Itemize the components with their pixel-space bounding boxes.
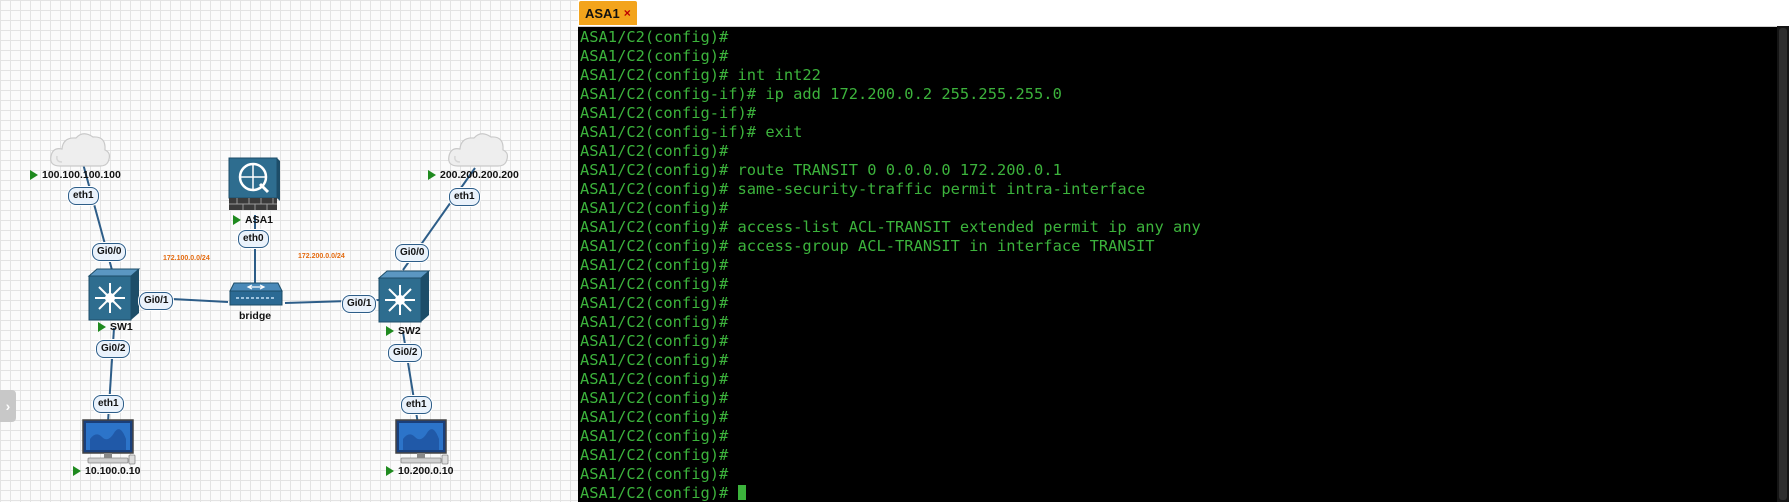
pc2-label[interactable]: 10.200.0.10 — [386, 465, 453, 477]
terminal-line: ASA1/C2(config)# same-security-traffic p… — [580, 180, 1146, 198]
pc1-desktop-icon[interactable] — [82, 419, 136, 465]
start-icon — [386, 326, 394, 336]
pc2-desktop-icon[interactable] — [395, 419, 449, 465]
topology-canvas[interactable]: 100.100.100.100 200.200.200.200 ASA1 bri… — [0, 0, 578, 502]
cloud1-name: 100.100.100.100 — [42, 169, 121, 181]
cloud1-label[interactable]: 100.100.100.100 — [30, 169, 121, 181]
sw2-multilayer-switch-icon[interactable] — [377, 270, 433, 324]
terminal-line: ASA1/C2(config)# — [580, 484, 1777, 502]
tab-label: ASA1 — [585, 5, 620, 21]
cloud2-name: 200.200.200.200 — [440, 169, 519, 181]
chevron-right-icon: › — [5, 398, 11, 414]
asa1-label[interactable]: ASA1 — [233, 214, 273, 226]
terminal-output[interactable]: ASA1/C2(config)# ASA1/C2(config)# ASA1/C2(… — [580, 28, 1777, 502]
bridge-label[interactable]: bridge — [239, 310, 271, 322]
terminal-line: ASA1/C2(config)# — [580, 446, 729, 464]
sw1-label[interactable]: SW1 — [98, 321, 133, 333]
iface-cloud1-eth1[interactable]: eth1 — [68, 187, 99, 205]
subnet-label-left: 172.100.0.0/24 — [163, 255, 210, 262]
terminal-line: ASA1/C2(config)# access-group ACL-TRANSI… — [580, 237, 1155, 255]
terminal-line: ASA1/C2(config)# int int22 — [580, 66, 821, 84]
asa1-firewall-icon[interactable] — [228, 157, 280, 211]
sw2-label[interactable]: SW2 — [386, 325, 421, 337]
scrollbar-thumb[interactable] — [1779, 28, 1787, 500]
sw1-name: SW1 — [110, 321, 133, 333]
start-icon — [428, 170, 436, 180]
iface-pc2-eth1[interactable]: eth1 — [401, 396, 432, 414]
terminal-line: ASA1/C2(config)# — [580, 370, 729, 388]
start-icon — [73, 466, 81, 476]
terminal-line: ASA1/C2(config)# — [580, 313, 729, 331]
start-icon — [233, 215, 241, 225]
sw2-name: SW2 — [398, 325, 421, 337]
terminal-scrollbar[interactable] — [1777, 26, 1789, 502]
iface-sw2-gi01[interactable]: Gi0/1 — [342, 295, 377, 313]
asa1-name: ASA1 — [245, 214, 274, 226]
terminal-line: ASA1/C2(config)# — [580, 465, 729, 483]
iface-sw1-gi00[interactable]: Gi0/0 — [92, 243, 127, 261]
cloud2-label[interactable]: 200.200.200.200 — [428, 169, 519, 181]
iface-sw1-gi02[interactable]: Gi0/2 — [96, 340, 131, 358]
start-icon — [98, 322, 106, 332]
bridge-name: bridge — [239, 310, 272, 322]
terminal-line: ASA1/C2(config)# — [580, 351, 729, 369]
terminal-line: ASA1/C2(config)# — [580, 47, 729, 65]
pc1-name: 10.100.0.10 — [85, 465, 141, 477]
terminal-line: ASA1/C2(config)# — [580, 427, 729, 445]
start-icon — [30, 170, 38, 180]
terminal-line: ASA1/C2(config)# — [580, 408, 729, 426]
terminal-line: ASA1/C2(config)# — [580, 294, 729, 312]
panel-expand-button[interactable]: › — [0, 390, 16, 422]
start-icon — [386, 466, 394, 476]
terminal-line: ASA1/C2(config)# — [580, 199, 729, 217]
subnet-label-right: 172.200.0.0/24 — [298, 253, 345, 260]
cloud2-cloud-icon[interactable] — [446, 128, 510, 170]
terminal-line: ASA1/C2(config)# — [580, 389, 729, 407]
iface-pc1-eth1[interactable]: eth1 — [93, 395, 124, 413]
terminal-line: ASA1/C2(config-if)# ip add 172.200.0.2 2… — [580, 85, 1062, 103]
terminal-line: ASA1/C2(config-if)# exit — [580, 123, 803, 141]
close-icon[interactable]: × — [624, 6, 631, 20]
terminal-line: ASA1/C2(config)# access-list ACL-TRANSIT… — [580, 218, 1201, 236]
terminal-line: ASA1/C2(config)# route TRANSIT 0 0.0.0.0… — [580, 161, 1062, 179]
pc1-label[interactable]: 10.100.0.10 — [73, 465, 140, 477]
console-tab-bar: ASA1 × — [578, 0, 1789, 27]
terminal-line: ASA1/C2(config)# — [580, 332, 729, 350]
terminal-line: ASA1/C2(config)# — [580, 28, 729, 46]
tab-asa1-console[interactable]: ASA1 × — [579, 1, 637, 25]
iface-cloud2-eth1[interactable]: eth1 — [449, 188, 480, 206]
sw1-multilayer-switch-icon[interactable] — [87, 268, 143, 322]
iface-asa1-eth0[interactable]: eth0 — [238, 230, 269, 248]
pc2-name: 10.200.0.10 — [398, 465, 454, 477]
console-pane: ASA1 × ASA1/C2(config)# ASA1/C2(config)# A… — [578, 0, 1789, 502]
cloud1-cloud-icon[interactable] — [48, 128, 112, 170]
terminal-line: ASA1/C2(config)# — [580, 256, 729, 274]
iface-sw2-gi00[interactable]: Gi0/0 — [395, 244, 430, 262]
terminal-line: ASA1/C2(config)# — [580, 142, 729, 160]
terminal-line: ASA1/C2(config)# — [580, 275, 729, 293]
iface-sw2-gi02[interactable]: Gi0/2 — [388, 344, 423, 362]
iface-sw1-gi01[interactable]: Gi0/1 — [139, 292, 174, 310]
bridge-switch-icon[interactable] — [228, 281, 284, 309]
terminal-cursor — [737, 485, 746, 500]
terminal-line: ASA1/C2(config-if)# — [580, 104, 757, 122]
